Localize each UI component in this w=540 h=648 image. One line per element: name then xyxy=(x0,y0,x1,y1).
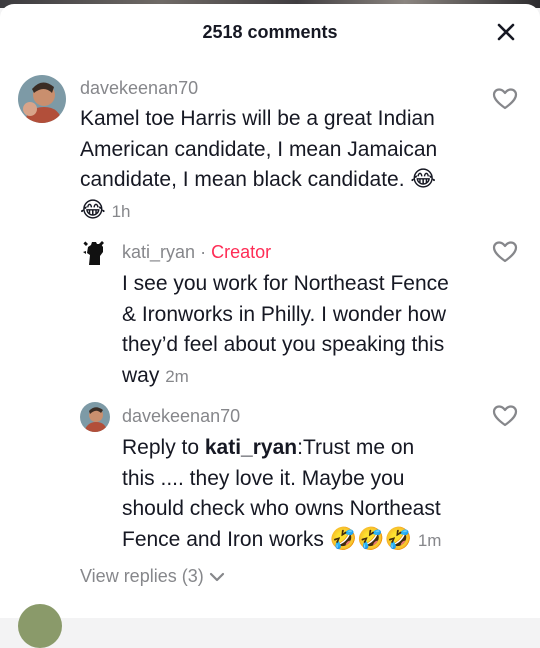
comment-timestamp: 1h xyxy=(111,201,131,221)
reply-timestamp: 2m xyxy=(165,366,189,386)
reply-timestamp: 1m xyxy=(417,530,442,550)
reply-line: Fence and Iron works xyxy=(122,527,324,551)
creator-badge: Creator xyxy=(211,242,272,262)
avatar[interactable] xyxy=(80,402,110,432)
heart-outline-icon[interactable] xyxy=(492,404,518,428)
heart-outline-icon[interactable] xyxy=(492,87,518,111)
comment-text: Kamel toe Harris will be a great Indian … xyxy=(80,104,450,227)
reply-line: I see you work for Northeast Fence xyxy=(122,272,449,295)
comments-header: 2518 comments xyxy=(0,4,540,60)
reply-line: should check who owns Northeast xyxy=(122,497,441,520)
creator-avatar[interactable] xyxy=(80,238,110,268)
close-icon[interactable] xyxy=(494,20,518,44)
avatar[interactable] xyxy=(18,75,66,123)
reply-prefix: Reply to xyxy=(122,436,205,459)
view-replies-button[interactable]: View replies (3) xyxy=(80,566,225,587)
reply-line: they’d feel about you speaking this xyxy=(122,333,445,356)
reply-line: this .... they love it. Maybe you xyxy=(122,466,405,490)
view-replies-label: View replies (3) xyxy=(80,566,204,586)
separator-dot: · xyxy=(200,242,207,262)
avatar[interactable] xyxy=(18,604,62,648)
reply-line: & Ironworks in Philly. I wonder how xyxy=(122,302,447,326)
comment-body: Kamel toe Harris will be a great Indian … xyxy=(80,107,438,191)
reply-username[interactable]: kati_ryan xyxy=(122,242,195,262)
reply-username-row: kati_ryan · Creator xyxy=(122,242,271,263)
comment-count-title: 2518 comments xyxy=(202,22,338,42)
mention-link[interactable]: kati_ryan xyxy=(205,436,297,459)
reply-text: I see you work for Northeast Fence & Iro… xyxy=(122,269,472,392)
chevron-down-icon xyxy=(209,573,224,582)
laughing-emoji: 😂 xyxy=(80,196,106,222)
rofl-emoji: 🤣🤣🤣 xyxy=(329,525,412,551)
reply-text: Reply to kati_ryan:Trust me on this ....… xyxy=(122,433,472,556)
comment-username[interactable]: davekeenan70 xyxy=(80,78,198,99)
reply-line: :Trust me on xyxy=(297,436,415,459)
reply-line: way xyxy=(122,363,160,387)
laughing-emoji: 😂 xyxy=(410,166,437,191)
heart-outline-icon[interactable] xyxy=(492,240,518,264)
reply-username[interactable]: davekeenan70 xyxy=(122,406,240,427)
